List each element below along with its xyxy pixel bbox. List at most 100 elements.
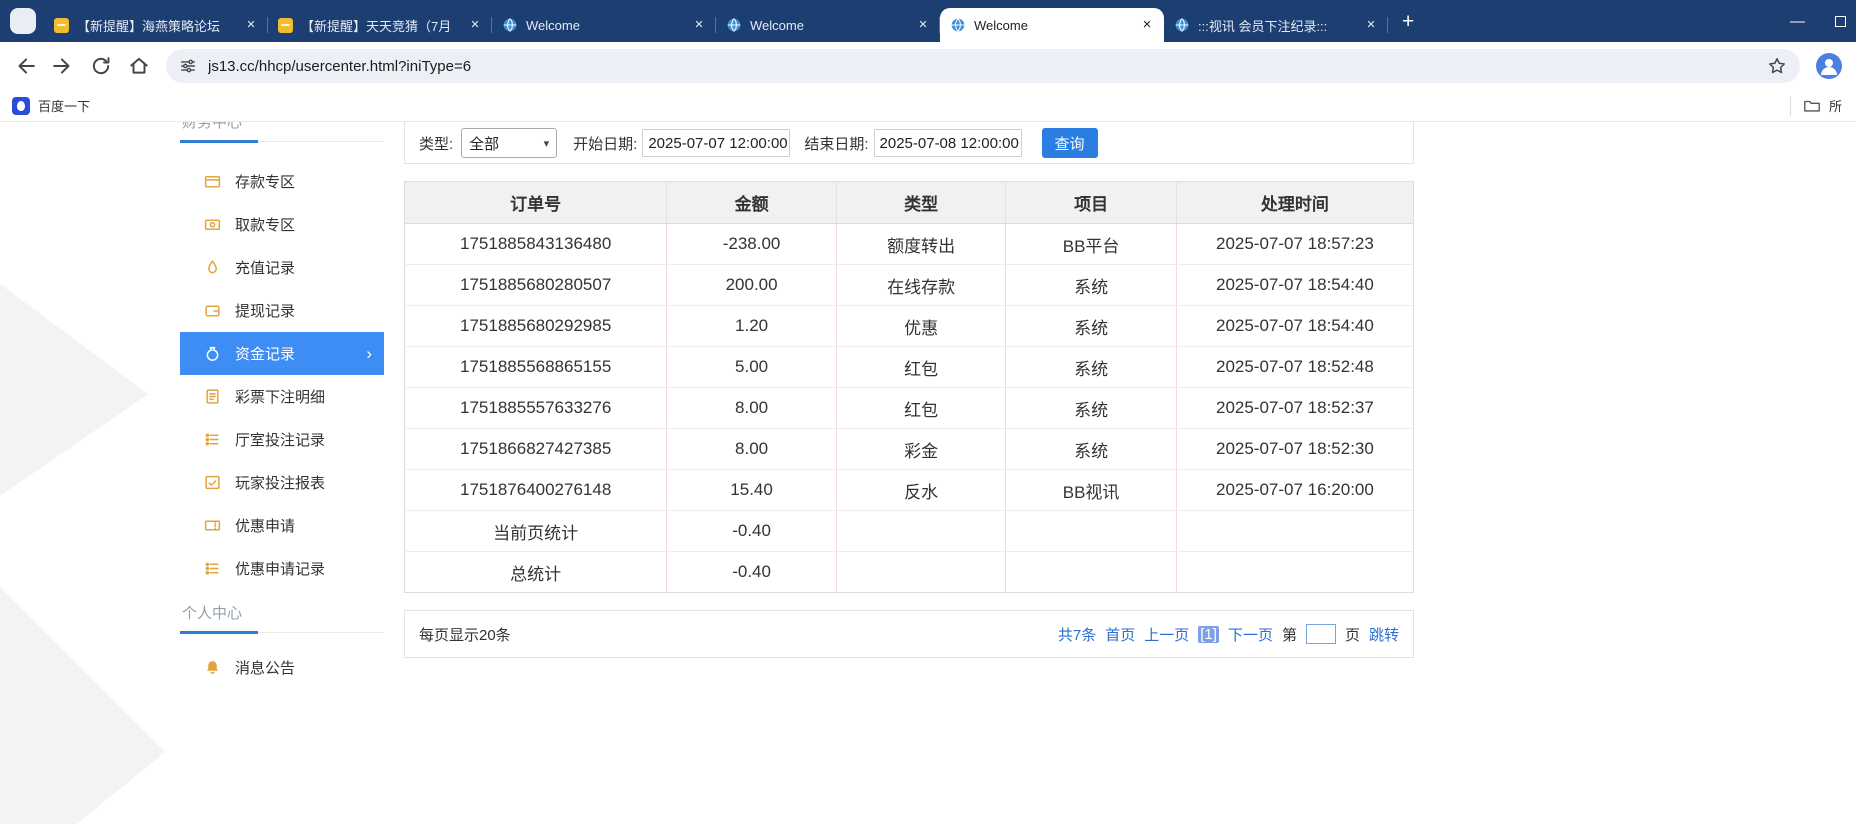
table-row: 1751885843136480 -238.00 额度转出 BB平台 2025-…: [405, 224, 1414, 265]
report-check-icon: [204, 474, 221, 491]
filter-bar: 类型: 全部 ▾ 开始日期: 2025-07-07 12:00:00 结束日期:…: [404, 122, 1414, 164]
note-favicon: [54, 18, 69, 33]
col-process-time: 处理时间: [1176, 182, 1413, 224]
sidebar-item-withdraw-record[interactable]: 提现记录: [180, 289, 384, 332]
browser-tab-6[interactable]: :::视讯 会员下注纪录::: ×: [1164, 8, 1388, 42]
browser-tab-2[interactable]: 【新提醒】天天竞猜（7月 ×: [268, 8, 492, 42]
cell-amount: 8.00: [667, 429, 837, 470]
sidebar-item-label: 优惠申请记录: [235, 558, 325, 579]
start-date-input[interactable]: 2025-07-07 12:00:00: [642, 129, 790, 157]
sidebar-item-label: 优惠申请: [235, 515, 295, 536]
cell-order-no: 1751876400276148: [405, 470, 667, 511]
cell-type: [836, 552, 1006, 593]
sidebar-item-label: 消息公告: [235, 657, 295, 678]
next-page-link[interactable]: 下一页: [1228, 624, 1273, 645]
sidebar-item-promo-apply[interactable]: 优惠申请: [180, 504, 384, 547]
sidebar-item-funds-record[interactable]: 资金记录 ›: [180, 332, 384, 375]
col-project: 项目: [1006, 182, 1177, 224]
sidebar-item-label: 提现记录: [235, 300, 295, 321]
tab-close-icon[interactable]: ×: [690, 16, 708, 34]
cell-amount: 1.20: [667, 306, 837, 347]
minimize-button[interactable]: —: [1790, 13, 1805, 30]
maximize-button[interactable]: [1835, 16, 1846, 27]
table-row-grand-total: 总统计 -0.40: [405, 552, 1414, 593]
page-content: 财务中心 存款专区 取款专区 充值记录 提现记录: [0, 122, 1856, 824]
col-amount: 金额: [667, 182, 837, 224]
bookmark-star-icon[interactable]: [1767, 56, 1787, 76]
cell-amount: -0.40: [667, 552, 837, 593]
prev-page-link[interactable]: 上一页: [1144, 624, 1189, 645]
type-select-value: 全部: [469, 133, 499, 154]
all-bookmarks-button[interactable]: 所: [1790, 96, 1844, 116]
site-settings-icon[interactable]: [179, 57, 197, 75]
sidebar-item-deposit-zone[interactable]: 存款专区: [180, 160, 384, 203]
browser-tab-active[interactable]: Welcome ×: [940, 8, 1164, 42]
jump-label-before: 第: [1282, 624, 1297, 645]
tab-title: 【新提醒】天天竞猜（7月: [301, 16, 458, 35]
browser-tab-3[interactable]: Welcome ×: [492, 8, 716, 42]
sidebar-item-promo-apply-record[interactable]: 优惠申请记录: [180, 547, 384, 590]
cell-project: 系统: [1006, 429, 1177, 470]
tab-close-icon[interactable]: ×: [466, 16, 484, 34]
cell-project: 系统: [1006, 347, 1177, 388]
tab-search-button[interactable]: [10, 8, 36, 34]
jump-button[interactable]: 跳转: [1369, 624, 1399, 645]
new-tab-button[interactable]: +: [1402, 12, 1414, 32]
banknote-icon: [204, 216, 221, 233]
cell-type: 红包: [836, 347, 1006, 388]
forward-icon[interactable]: [52, 55, 74, 77]
sidebar-item-withdraw-zone[interactable]: 取款专区: [180, 203, 384, 246]
sidebar-item-recharge-record[interactable]: 充值记录: [180, 246, 384, 289]
home-icon[interactable]: [128, 55, 150, 77]
cell-label: 当前页统计: [405, 511, 667, 552]
sidebar: 财务中心 存款专区 取款专区 充值记录 提现记录: [180, 122, 384, 689]
type-label: 类型:: [419, 133, 453, 154]
moneybag-icon: [204, 345, 221, 362]
tab-close-icon[interactable]: ×: [242, 16, 260, 34]
sidebar-item-player-bet-report[interactable]: 玩家投注报表: [180, 461, 384, 504]
bell-icon: [204, 659, 221, 676]
tab-close-icon[interactable]: ×: [1138, 16, 1156, 34]
search-button[interactable]: 查询: [1042, 128, 1098, 158]
tab-title: Welcome: [526, 18, 682, 33]
bookmarks-bar: 百度一下 所: [0, 90, 1856, 122]
profile-avatar[interactable]: [1816, 53, 1842, 79]
pagination-bar: 每页显示20条 共7条 首页 上一页 [1] 下一页 第 页 跳转: [404, 610, 1414, 658]
folder-icon: [1803, 97, 1821, 115]
sidebar-item-label: 取款专区: [235, 214, 295, 235]
browser-tab-1[interactable]: 【新提醒】海燕策略论坛 ×: [44, 8, 268, 42]
cell-project: [1006, 552, 1177, 593]
tab-strip: 【新提醒】海燕策略论坛 × 【新提醒】天天竞猜（7月 × Welcome × W…: [0, 0, 1856, 42]
window-controls: —: [1790, 13, 1856, 30]
sidebar-item-hall-bet-record[interactable]: 厅室投注记录: [180, 418, 384, 461]
cell-time: 2025-07-07 18:54:40: [1176, 306, 1413, 347]
bookmark-baidu[interactable]: 百度一下: [12, 96, 90, 115]
end-date-input[interactable]: 2025-07-08 12:00:00: [874, 129, 1022, 157]
sidebar-item-lottery-bet-detail[interactable]: 彩票下注明细: [180, 375, 384, 418]
tab-close-icon[interactable]: ×: [1362, 16, 1380, 34]
tab-close-icon[interactable]: ×: [914, 16, 932, 34]
browser-tab-4[interactable]: Welcome ×: [716, 8, 940, 42]
back-icon[interactable]: [14, 55, 36, 77]
reload-icon[interactable]: [90, 55, 112, 77]
cell-type: 彩金: [836, 429, 1006, 470]
end-date-label: 结束日期:: [804, 133, 868, 154]
all-bookmarks-label: 所: [1829, 96, 1842, 115]
decorative-triangle: [0, 284, 148, 496]
cell-type: [836, 511, 1006, 552]
jump-label-after: 页: [1345, 624, 1360, 645]
first-page-link[interactable]: 首页: [1105, 624, 1135, 645]
cell-amount: 8.00: [667, 388, 837, 429]
type-select[interactable]: 全部 ▾: [461, 128, 557, 158]
card-icon: [204, 173, 221, 190]
table-row: 1751885680292985 1.20 优惠 系统 2025-07-07 1…: [405, 306, 1414, 347]
cell-label: 总统计: [405, 552, 667, 593]
cell-amount: -0.40: [667, 511, 837, 552]
cell-type: 额度转出: [836, 224, 1006, 265]
table-row: 1751885680280507 200.00 在线存款 系统 2025-07-…: [405, 265, 1414, 306]
page-number-input[interactable]: [1306, 624, 1336, 644]
url-field[interactable]: js13.cc/hhcp/usercenter.html?iniType=6: [166, 49, 1800, 83]
main-panel: 类型: 全部 ▾ 开始日期: 2025-07-07 12:00:00 结束日期:…: [404, 122, 1414, 658]
col-order-no: 订单号: [405, 182, 667, 224]
sidebar-item-message-notice[interactable]: 消息公告: [180, 646, 384, 689]
